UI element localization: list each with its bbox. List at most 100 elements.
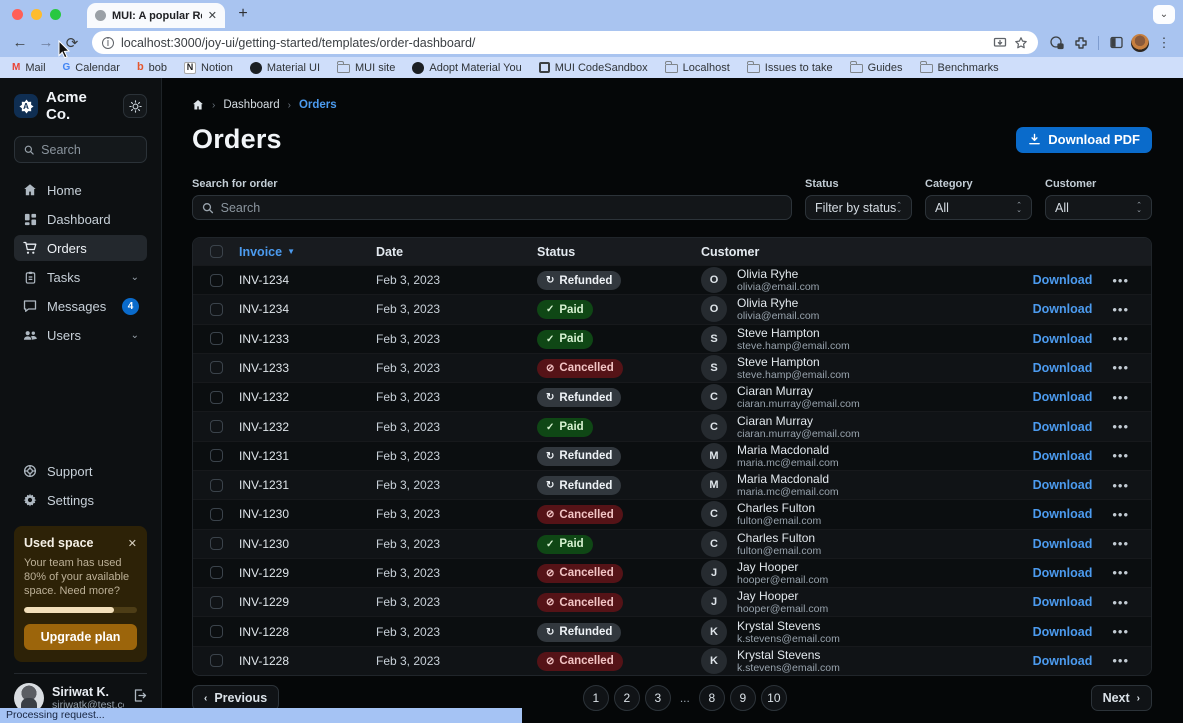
table-row[interactable]: INV-1228 Feb 3, 2023 ↻ Refunded K Krysta… — [193, 616, 1151, 645]
row-menu-icon[interactable]: ••• — [1112, 419, 1129, 434]
row-menu-icon[interactable]: ••• — [1112, 331, 1129, 346]
row-menu-icon[interactable]: ••• — [1112, 273, 1129, 288]
page-button-9[interactable]: 9 — [730, 685, 756, 711]
download-link[interactable]: Download — [1033, 390, 1093, 404]
table-row[interactable]: INV-1234 Feb 3, 2023 ↻ Refunded O Olivia… — [193, 265, 1151, 294]
browser-tab[interactable]: MUI: A popular React UI fram ✕ — [87, 3, 225, 28]
download-link[interactable]: Download — [1033, 625, 1093, 639]
row-menu-icon[interactable]: ••• — [1112, 536, 1129, 551]
tab-close-icon[interactable]: ✕ — [208, 9, 217, 22]
bookmark-item[interactable]: bbob — [137, 62, 167, 74]
bookmark-item[interactable]: Benchmarks — [920, 62, 999, 74]
row-checkbox[interactable] — [210, 274, 223, 287]
row-checkbox[interactable] — [210, 361, 223, 374]
row-checkbox[interactable] — [210, 625, 223, 638]
side-panel-icon[interactable] — [1105, 32, 1127, 54]
sidebar-item-orders[interactable]: Orders — [14, 235, 147, 261]
browser-menu-icon[interactable]: ⋮ — [1153, 32, 1175, 54]
download-link[interactable]: Download — [1033, 537, 1093, 551]
table-row[interactable]: INV-1231 Feb 3, 2023 ↻ Refunded M Maria … — [193, 470, 1151, 499]
sidebar-item-tasks[interactable]: Tasks ⌄ — [14, 264, 147, 290]
row-checkbox[interactable] — [210, 566, 223, 579]
table-row[interactable]: INV-1228 Feb 3, 2023 ⊘ Cancelled K Kryst… — [193, 646, 1151, 675]
forward-icon[interactable]: → — [34, 31, 58, 55]
bookmark-star-icon[interactable] — [1014, 36, 1028, 50]
download-link[interactable]: Download — [1033, 507, 1093, 521]
company-logo-icon[interactable]: A — [14, 94, 38, 118]
url-bar[interactable]: i localhost:3000/joy-ui/getting-started/… — [92, 31, 1038, 54]
sidebar-item-messages[interactable]: Messages 4 — [14, 293, 147, 319]
download-link[interactable]: Download — [1033, 332, 1093, 346]
row-menu-icon[interactable]: ••• — [1112, 478, 1129, 493]
table-row[interactable]: INV-1234 Feb 3, 2023 ✓ Paid O Olivia Ryh… — [193, 294, 1151, 323]
table-row[interactable]: INV-1232 Feb 3, 2023 ↻ Refunded C Ciaran… — [193, 382, 1151, 411]
row-menu-icon[interactable]: ••• — [1112, 507, 1129, 522]
table-row[interactable]: INV-1230 Feb 3, 2023 ✓ Paid C Charles Fu… — [193, 529, 1151, 558]
bookmark-item[interactable]: MUI CodeSandbox — [539, 62, 648, 74]
bookmark-item[interactable]: Guides — [850, 62, 903, 74]
order-search-input[interactable] — [192, 195, 792, 220]
page-button-2[interactable]: 2 — [614, 685, 640, 711]
row-menu-icon[interactable]: ••• — [1112, 653, 1129, 668]
table-row[interactable]: INV-1233 Feb 3, 2023 ⊘ Cancelled S Steve… — [193, 353, 1151, 382]
download-link[interactable]: Download — [1033, 449, 1093, 463]
status-filter-select[interactable]: Filter by status ⌃⌄ — [805, 195, 912, 220]
row-menu-icon[interactable]: ••• — [1112, 390, 1129, 405]
theme-toggle-button[interactable] — [123, 94, 147, 118]
row-checkbox[interactable] — [210, 596, 223, 609]
tab-search-button[interactable]: ⌄ — [1153, 5, 1175, 24]
bookmark-item[interactable]: MUI site — [337, 62, 395, 74]
row-checkbox[interactable] — [210, 332, 223, 345]
select-all-checkbox[interactable] — [210, 245, 223, 258]
download-link[interactable]: Download — [1033, 566, 1093, 580]
bookmark-item[interactable]: Issues to take — [747, 62, 833, 74]
row-menu-icon[interactable]: ••• — [1112, 624, 1129, 639]
page-button-1[interactable]: 1 — [583, 685, 609, 711]
sidebar-item-dashboard[interactable]: Dashboard — [14, 206, 147, 232]
logout-icon[interactable] — [132, 688, 147, 708]
new-tab-button[interactable]: + — [231, 2, 255, 26]
password-manager-icon[interactable] — [1046, 32, 1068, 54]
download-link[interactable]: Download — [1033, 595, 1093, 609]
download-link[interactable]: Download — [1033, 478, 1093, 492]
page-button-3[interactable]: 3 — [645, 685, 671, 711]
table-row[interactable]: INV-1232 Feb 3, 2023 ✓ Paid C Ciaran Mur… — [193, 411, 1151, 440]
download-link[interactable]: Download — [1033, 302, 1093, 316]
download-link[interactable]: Download — [1033, 420, 1093, 434]
upgrade-plan-button[interactable]: Upgrade plan — [24, 624, 137, 650]
bookmark-item[interactable]: GCalendar — [63, 62, 120, 74]
row-checkbox[interactable] — [210, 508, 223, 521]
bookmark-item[interactable]: Adopt Material You — [412, 62, 521, 74]
next-page-button[interactable]: Next › — [1091, 685, 1152, 711]
download-link[interactable]: Download — [1033, 361, 1093, 375]
row-checkbox[interactable] — [210, 479, 223, 492]
sidebar-item-settings[interactable]: Settings — [14, 487, 147, 513]
row-checkbox[interactable] — [210, 449, 223, 462]
row-checkbox[interactable] — [210, 391, 223, 404]
breadcrumb-dashboard[interactable]: Dashboard — [223, 99, 279, 111]
install-icon[interactable] — [993, 36, 1007, 50]
extensions-icon[interactable] — [1070, 32, 1092, 54]
window-minimize-button[interactable] — [31, 9, 42, 20]
download-link[interactable]: Download — [1033, 654, 1093, 668]
bookmark-item[interactable]: Localhost — [665, 62, 730, 74]
close-icon[interactable]: ✕ — [128, 537, 137, 550]
table-row[interactable]: INV-1229 Feb 3, 2023 ⊘ Cancelled J Jay H… — [193, 558, 1151, 587]
profile-avatar[interactable] — [1129, 32, 1151, 54]
row-checkbox[interactable] — [210, 303, 223, 316]
row-checkbox[interactable] — [210, 654, 223, 667]
table-row[interactable]: INV-1231 Feb 3, 2023 ↻ Refunded M Maria … — [193, 441, 1151, 470]
column-invoice[interactable]: Invoice▼ — [239, 245, 376, 259]
row-menu-icon[interactable]: ••• — [1112, 302, 1129, 317]
page-button-10[interactable]: 10 — [761, 685, 787, 711]
table-row[interactable]: INV-1229 Feb 3, 2023 ⊘ Cancelled J Jay H… — [193, 587, 1151, 616]
bookmark-item[interactable]: MMail — [12, 62, 46, 74]
row-menu-icon[interactable]: ••• — [1112, 360, 1129, 375]
customer-filter-select[interactable]: All ⌃⌄ — [1045, 195, 1152, 220]
table-row[interactable]: INV-1233 Feb 3, 2023 ✓ Paid S Steve Hamp… — [193, 324, 1151, 353]
window-maximize-button[interactable] — [50, 9, 61, 20]
sidebar-item-support[interactable]: Support — [14, 458, 147, 484]
page-button-8[interactable]: 8 — [699, 685, 725, 711]
site-info-icon[interactable]: i — [102, 37, 114, 49]
back-icon[interactable]: ← — [8, 31, 32, 55]
